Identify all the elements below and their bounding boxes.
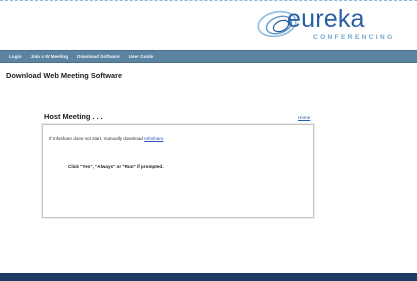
nav-item-join-meeting[interactable]: Join a W Meeting	[31, 54, 69, 59]
top-nav: Login Join a W Meeting Download Software…	[0, 50, 417, 63]
infoshare-download-link[interactable]: Infoshare	[144, 136, 163, 141]
nav-item-user-guide[interactable]: User Guide	[129, 54, 154, 59]
manual-download-note: If Infoshare does not start, manually do…	[49, 136, 165, 141]
logo-tagline: CONFERENCING	[313, 34, 395, 41]
section-title: Host Meeting . . .	[44, 112, 103, 121]
note-text: If Infoshare does not start, manually do…	[49, 136, 145, 141]
page-title: Download Web Meeting Software	[6, 71, 123, 80]
nav-item-login[interactable]: Login	[9, 54, 22, 59]
download-panel: If Infoshare does not start, manually do…	[42, 124, 314, 218]
prompt-instruction: Click "Yes", "Always" or "Run" if prompt…	[68, 164, 164, 169]
eureka-logo: eureka CONFERENCING	[255, 5, 405, 43]
nav-item-download-software[interactable]: Download Software	[77, 54, 120, 59]
note-period: .	[163, 136, 165, 141]
logo-wordmark: eureka	[287, 5, 365, 33]
home-link[interactable]: Home	[298, 115, 310, 120]
